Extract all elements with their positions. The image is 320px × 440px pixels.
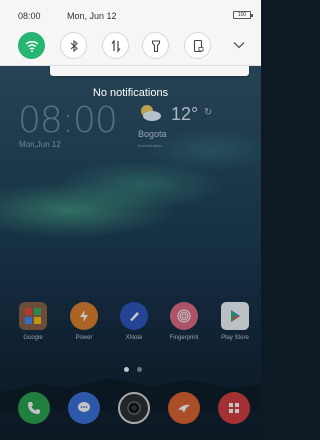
chevron-down-icon[interactable] bbox=[232, 38, 246, 52]
app-label: Google bbox=[23, 335, 43, 341]
search-bar-peek bbox=[50, 66, 249, 76]
app-play-store[interactable]: Play Store bbox=[211, 302, 259, 341]
status-bar: 08:00 Mon, Jun 12 100 bbox=[0, 0, 261, 28]
battery-icon: 100 bbox=[233, 11, 253, 19]
weather-temperature[interactable]: 12° bbox=[171, 104, 198, 125]
app-row: Google Power XNote Fingerprint Play Stor… bbox=[0, 302, 261, 352]
partly-cloudy-icon bbox=[141, 105, 161, 121]
app-label: XNote bbox=[125, 335, 143, 341]
app-xnote[interactable]: XNote bbox=[110, 302, 158, 341]
bluetooth-icon bbox=[70, 39, 78, 52]
refresh-icon[interactable]: ↻ bbox=[204, 107, 212, 118]
phone-icon[interactable] bbox=[18, 392, 50, 424]
clock-widget-date: Mon,Jun 12 bbox=[19, 140, 61, 149]
google-folder-icon bbox=[19, 302, 47, 330]
notification-shade: 08:00 Mon, Jun 12 100 bbox=[0, 0, 261, 66]
page-indicator bbox=[122, 367, 146, 373]
app-label: Fingerprint bbox=[169, 335, 199, 341]
dock bbox=[0, 392, 261, 432]
page-dot-active bbox=[124, 367, 129, 372]
browser-icon[interactable] bbox=[168, 392, 200, 424]
quick-settings-toggles bbox=[18, 32, 258, 60]
clock-widget-time[interactable]: 08:00 bbox=[18, 100, 118, 141]
app-label: Power bbox=[75, 335, 93, 341]
app-fingerprint[interactable]: Fingerprint bbox=[160, 302, 208, 341]
status-time: 08:00 bbox=[18, 11, 41, 21]
flashlight-toggle[interactable] bbox=[142, 32, 169, 59]
power-icon bbox=[70, 302, 98, 330]
rotate-lock-toggle[interactable] bbox=[184, 32, 211, 59]
app-google[interactable]: Google bbox=[9, 302, 57, 341]
camera-icon[interactable] bbox=[118, 392, 150, 424]
wifi-icon bbox=[25, 40, 38, 52]
status-date[interactable]: Mon, Jun 12 bbox=[67, 11, 117, 21]
app-label: Play Store bbox=[221, 335, 249, 341]
page-dot bbox=[137, 367, 142, 372]
weather-provider: AccuWeather bbox=[138, 143, 162, 148]
messages-icon[interactable] bbox=[68, 392, 100, 424]
bluetooth-toggle[interactable] bbox=[60, 32, 87, 59]
theme-store-icon[interactable] bbox=[218, 392, 250, 424]
rotate-lock-icon bbox=[193, 39, 203, 52]
weather-city: Bogota bbox=[138, 129, 167, 139]
mobile-data-toggle[interactable] bbox=[102, 32, 129, 59]
no-notifications-text: No notifications bbox=[92, 87, 169, 99]
xnote-icon bbox=[120, 302, 148, 330]
fingerprint-icon bbox=[170, 302, 198, 330]
play-store-icon bbox=[221, 302, 249, 330]
flashlight-icon bbox=[151, 39, 160, 52]
app-power[interactable]: Power bbox=[60, 302, 108, 341]
wifi-toggle[interactable] bbox=[18, 32, 45, 59]
data-transfer-icon bbox=[111, 38, 120, 53]
